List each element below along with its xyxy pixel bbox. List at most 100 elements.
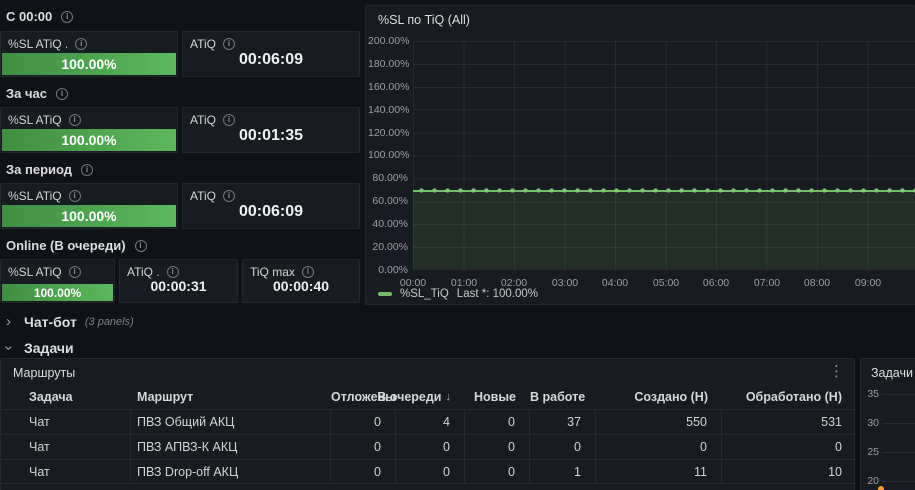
- y-axis-tick: 20: [863, 476, 879, 486]
- chart-legend: %SL_TiQ Last *: 100.00%: [378, 288, 538, 300]
- table-row[interactable]: Чат ПВЗ Drop-off АКЦ 0 0 0 1 11 10: [1, 459, 854, 484]
- panel-header: %SL ATiQ: [1, 184, 177, 203]
- column-header[interactable]: Маршрут: [131, 390, 331, 404]
- cell-in-queue: 4: [396, 410, 465, 434]
- legend-series-stat: Last *: 100.00%: [457, 288, 538, 300]
- x-axis-tick: 05:00: [644, 277, 688, 289]
- column-header[interactable]: Задача: [1, 390, 131, 404]
- panel-header: ATiQ .: [120, 260, 237, 279]
- stat-value: 00:00:31: [120, 278, 237, 294]
- panel-title: TiQ max: [250, 265, 295, 279]
- y-axis-tick: 200.00%: [368, 36, 408, 46]
- table-header-row: Задача Маршрут Отложены В очереди ↓ Новы…: [1, 385, 854, 409]
- cell-in-work: 37: [530, 410, 596, 434]
- panel-title: %SL по TiQ (All): [378, 13, 470, 27]
- cell-task: Чат: [1, 410, 131, 434]
- y-axis-tick: 35: [863, 389, 879, 399]
- cell-new: 0: [465, 435, 530, 459]
- info-icon[interactable]: [56, 88, 68, 100]
- chevron-down-icon: [6, 341, 16, 355]
- info-icon[interactable]: [81, 164, 93, 176]
- chevron-right-icon: [6, 315, 16, 329]
- table-row[interactable]: Чат ПВЗ Общий АКЦ 0 4 0 37 550 531: [1, 409, 854, 434]
- row-panels-count: (3 panels): [85, 316, 134, 328]
- panel-title: %SL ATiQ: [8, 189, 62, 203]
- y-axis-tick: 25: [863, 447, 879, 457]
- stat-panel-atiq-online: ATiQ . 00:00:31: [119, 259, 238, 303]
- section-title: За час: [6, 86, 47, 101]
- dashboard-row-chatbot[interactable]: Чат-бот (3 panels): [6, 313, 134, 331]
- info-icon[interactable]: [223, 190, 235, 202]
- cell-new: 0: [465, 410, 530, 434]
- dashboard-row-tasks[interactable]: Задачи: [6, 339, 74, 357]
- x-axis-tick: 03:00: [543, 277, 587, 289]
- stat-bar-gauge: 100.00%: [2, 284, 113, 301]
- stat-panel-sl-atiq-period: %SL ATiQ 100.00%: [0, 183, 178, 229]
- cell-in-work: 0: [530, 435, 596, 459]
- stat-value: 00:01:35: [183, 127, 359, 145]
- info-icon[interactable]: [167, 266, 179, 278]
- y-axis-tick: 100.00%: [368, 150, 408, 160]
- panel-menu-icon[interactable]: [829, 363, 844, 381]
- table-panel-routes: Маршруты Задача Маршрут Отложены В очере…: [0, 358, 855, 490]
- column-header[interactable]: В работе: [530, 390, 596, 404]
- column-header-sorted[interactable]: В очереди ↓: [396, 390, 465, 404]
- grafana-dashboard: С 00:00 %SL ATiQ . 100.00% ATiQ 00:06:09…: [0, 0, 915, 490]
- info-icon[interactable]: [135, 240, 147, 252]
- y-axis-tick: 0.00%: [368, 265, 408, 275]
- cell-deferred: 0: [331, 435, 396, 459]
- row-title: Чат-бот: [24, 314, 77, 330]
- stat-value: 100.00%: [34, 286, 81, 300]
- column-header[interactable]: Создано (Н): [596, 390, 722, 404]
- cell-task: Чат: [1, 435, 131, 459]
- info-icon[interactable]: [223, 38, 235, 50]
- series-point-markers: [413, 186, 915, 195]
- panel-header: %SL ATiQ: [1, 260, 114, 279]
- stat-panel-atiq-hour: ATiQ 00:01:35: [182, 107, 360, 153]
- column-header[interactable]: Новые: [465, 390, 530, 404]
- stat-bar-gauge: 100.00%: [2, 53, 176, 75]
- timeseries-panel-sl-tiq: %SL по TiQ (All) 200.00% 180.00% 160.00%…: [365, 5, 915, 305]
- panel-title: ATiQ: [190, 37, 216, 51]
- info-icon[interactable]: [69, 266, 81, 278]
- x-axis-tick: 07:00: [745, 277, 789, 289]
- cell-deferred: 0: [331, 460, 396, 483]
- panel-title: ATiQ: [190, 189, 216, 203]
- table-row[interactable]: Чат ПВЗ АПВЗ-К АКЦ 0 0 0 0 0 0: [1, 434, 854, 459]
- panel-header: %SL ATiQ .: [1, 32, 177, 51]
- stat-bar-gauge: 100.00%: [2, 129, 176, 151]
- cell-new: 0: [465, 460, 530, 483]
- cell-processed: 0: [722, 435, 855, 459]
- stat-value: 100.00%: [61, 56, 116, 72]
- chart-plot-area[interactable]: [413, 41, 915, 270]
- panel-title: %SL ATiQ .: [8, 37, 68, 51]
- stat-panel-sl-atiq-hour: %SL ATiQ 100.00%: [0, 107, 178, 153]
- stat-value: 00:00:40: [243, 278, 359, 294]
- column-header-label: В очереди: [377, 390, 441, 404]
- gridline: [882, 423, 915, 424]
- cell-in-queue: 0: [396, 460, 465, 483]
- gridline: [882, 452, 915, 453]
- cell-processed: 531: [722, 410, 855, 434]
- info-icon[interactable]: [223, 114, 235, 126]
- y-axis-tick: 40.00%: [368, 219, 408, 229]
- info-icon[interactable]: [69, 114, 81, 126]
- stat-bar-gauge: 100.00%: [2, 205, 176, 227]
- stat-panel-atiq-period: ATiQ 00:06:09: [182, 183, 360, 229]
- info-icon[interactable]: [75, 38, 87, 50]
- cell-route: ПВЗ Общий АКЦ: [131, 410, 331, 434]
- section-title: С 00:00: [6, 9, 52, 24]
- x-axis-tick: 08:00: [795, 277, 839, 289]
- info-icon[interactable]: [69, 190, 81, 202]
- row-title: Задачи: [24, 340, 74, 356]
- stat-value: 100.00%: [61, 208, 116, 224]
- column-header[interactable]: Обработано (Н): [722, 390, 855, 404]
- legend-series-label[interactable]: %SL_TiQ: [400, 288, 449, 300]
- info-icon[interactable]: [61, 11, 73, 23]
- sort-desc-icon: ↓: [446, 391, 452, 403]
- timeseries-panel-tasks: Задачи (All) 35 30 25 20: [860, 358, 915, 490]
- panel-title: ATiQ .: [127, 265, 160, 279]
- info-icon[interactable]: [302, 266, 314, 278]
- series-point-marker: [878, 486, 884, 490]
- panel-title: Задачи (All): [871, 366, 915, 380]
